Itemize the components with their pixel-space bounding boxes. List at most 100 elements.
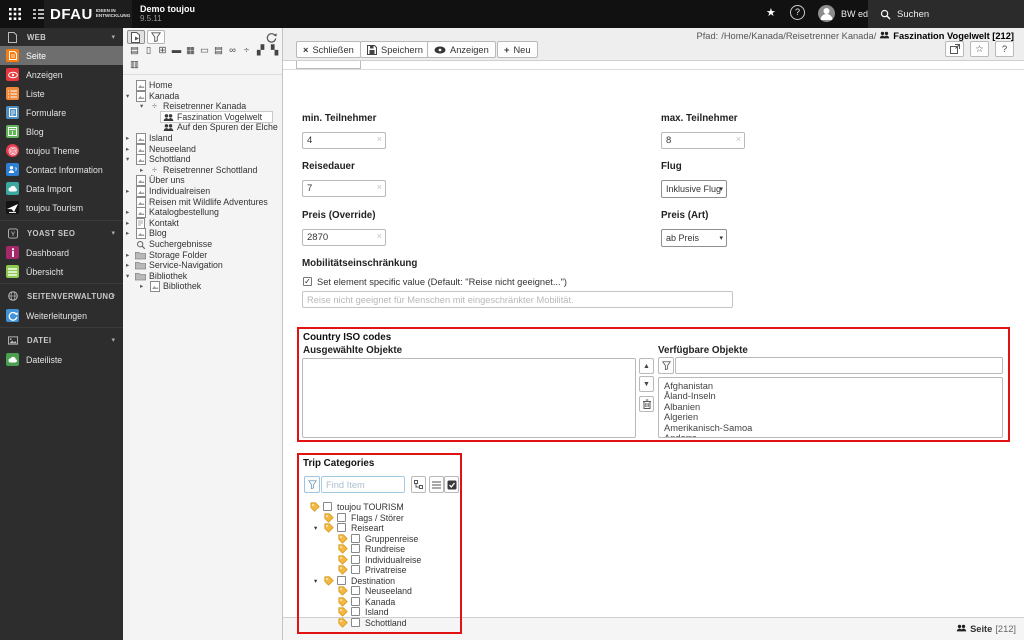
expander-closed-icon[interactable]: ▸ bbox=[140, 281, 143, 292]
collapse-caret-icon[interactable]: ▾ bbox=[111, 33, 115, 41]
list-item[interactable]: Afghanistan bbox=[664, 381, 713, 391]
list-item[interactable]: Andorra bbox=[664, 433, 697, 437]
category-checkbox[interactable] bbox=[351, 617, 360, 627]
new-button[interactable]: + Neu bbox=[497, 41, 538, 58]
min-teilnehmer-field[interactable]: × bbox=[302, 132, 386, 149]
expander-open-icon[interactable]: ▾ bbox=[126, 154, 129, 165]
tree-item-suchergebnisse[interactable]: Suchergebnisse bbox=[123, 239, 283, 250]
sidebar-item-data-import[interactable]: Data Import bbox=[0, 179, 123, 198]
help-icon[interactable]: ? bbox=[790, 5, 805, 20]
clear-icon[interactable]: × bbox=[377, 231, 382, 241]
clear-icon[interactable]: × bbox=[377, 182, 382, 192]
category-checkbox[interactable] bbox=[337, 523, 346, 532]
expander-open-icon[interactable]: ▾ bbox=[126, 91, 129, 102]
tree-item-reisetrenner-schottland[interactable]: ▸ ÷ Reisetrenner Schottland bbox=[123, 165, 283, 176]
drag-new-page-icon[interactable]: ▤ bbox=[128, 45, 141, 56]
category-filter-button[interactable] bbox=[304, 476, 320, 493]
drag-new-link-icon[interactable]: ∞ bbox=[226, 45, 239, 56]
collapse-caret-icon[interactable]: ▾ bbox=[111, 292, 115, 300]
expander-open-icon[interactable]: ▾ bbox=[140, 101, 143, 112]
bookmark-star-icon[interactable]: ★ bbox=[766, 6, 776, 19]
drag-new-trip-icon[interactable]: ▞ bbox=[254, 45, 267, 56]
refresh-icon[interactable] bbox=[262, 30, 280, 44]
new-page-button[interactable] bbox=[127, 30, 145, 44]
category-checkbox[interactable] bbox=[351, 607, 360, 616]
sidebar-item-formulare[interactable]: Formulare bbox=[0, 103, 123, 122]
tree-item-home[interactable]: Home bbox=[123, 80, 283, 91]
expander-closed-icon[interactable]: ▸ bbox=[126, 133, 129, 144]
category-checkbox[interactable] bbox=[323, 502, 332, 511]
modules-grid-icon[interactable] bbox=[2, 0, 28, 28]
category-neuseeland[interactable]: Neuseeland bbox=[283, 586, 463, 597]
expander-closed-icon[interactable]: ▸ bbox=[126, 144, 129, 155]
section-header-yoast[interactable]: Y YOAST SEO ▾ bbox=[0, 224, 123, 242]
available-objects-listbox[interactable]: Afghanistan Åland-Inseln Albanien Algeri… bbox=[658, 377, 1003, 438]
tree-item-reisen-mit-wildlife-adventures[interactable]: Reisen mit Wildlife Adventures bbox=[123, 196, 283, 208]
category-checkbox[interactable] bbox=[351, 554, 360, 564]
category-island[interactable]: Island bbox=[283, 607, 463, 618]
set-specific-value-checkbox[interactable]: ✓ bbox=[303, 277, 312, 286]
expander-closed-icon[interactable]: ▸ bbox=[126, 250, 129, 261]
preis-override-input[interactable] bbox=[302, 229, 386, 246]
tree-item-individualreisen[interactable]: ▸ Individualreisen bbox=[123, 186, 283, 197]
tree-item-kanada[interactable]: ▾ Kanada bbox=[123, 90, 283, 102]
drag-new-page-icon[interactable]: ▦ bbox=[184, 45, 197, 56]
drag-new-folder-icon[interactable]: ▭ bbox=[198, 45, 211, 56]
expander-closed-icon[interactable]: ▸ bbox=[126, 207, 129, 218]
available-filter-field[interactable] bbox=[675, 357, 1003, 374]
expander-closed-icon[interactable]: ▸ bbox=[126, 218, 129, 229]
sidebar-item-dashboard[interactable]: Dashboard bbox=[0, 243, 123, 262]
sidebar-item-dateiliste[interactable]: Dateiliste bbox=[0, 350, 123, 369]
sidebar-item-seite[interactable]: Seite bbox=[0, 46, 123, 65]
expander-open-icon[interactable]: ▾ bbox=[126, 271, 129, 282]
expander-closed-icon[interactable]: ▸ bbox=[126, 186, 129, 197]
avatar[interactable] bbox=[818, 5, 835, 22]
section-header-datei[interactable]: DATEI ▾ bbox=[0, 331, 123, 349]
tree-item-auf-den-spuren-der-elche[interactable]: Auf den Spuren der Elche bbox=[123, 122, 283, 133]
save-button[interactable]: Speichern bbox=[360, 41, 430, 58]
category-checkbox[interactable] bbox=[337, 512, 346, 522]
clear-icon[interactable]: × bbox=[736, 134, 741, 144]
tree-item-faszination-vogelwelt[interactable]: Faszination Vogelwelt bbox=[123, 110, 283, 123]
tree-item-ueber-uns[interactable]: Über uns bbox=[123, 175, 283, 187]
drag-new-shortcut-icon[interactable]: ▤ bbox=[212, 45, 225, 56]
category-toujou-tourism[interactable]: toujou TOURISM bbox=[283, 502, 463, 513]
list-item[interactable]: Åland-Inseln bbox=[664, 391, 716, 401]
expander-closed-icon[interactable]: ▸ bbox=[140, 165, 143, 176]
help-button[interactable]: ? bbox=[995, 41, 1014, 57]
preis-override-field[interactable]: × bbox=[302, 229, 386, 246]
sidebar-item-anzeigen[interactable]: Anzeigen bbox=[0, 65, 123, 84]
drag-new-record-icon[interactable]: ▥ bbox=[128, 59, 141, 70]
category-checkbox[interactable] bbox=[351, 596, 360, 606]
move-up-button[interactable]: ▲ bbox=[639, 358, 654, 374]
search-box[interactable]: Suchen bbox=[868, 0, 1024, 28]
category-reiseart[interactable]: ▾ Reiseart bbox=[283, 523, 463, 534]
category-checkbox[interactable] bbox=[351, 565, 360, 574]
tree-item-neuseeland[interactable]: ▸ Neuseeland bbox=[123, 143, 283, 155]
category-destination[interactable]: ▾ Destination bbox=[283, 575, 463, 587]
list-item[interactable]: Algerien bbox=[664, 412, 698, 422]
drag-new-page-icon[interactable]: ⊞ bbox=[156, 45, 169, 56]
close-button[interactable]: × Schließen bbox=[296, 41, 361, 58]
tree-item-island[interactable]: ▸ Island bbox=[123, 133, 283, 144]
collapse-caret-icon[interactable]: ▾ bbox=[111, 336, 115, 344]
max-teilnehmer-field[interactable]: × bbox=[661, 132, 745, 149]
toggle-checkboxes-button[interactable] bbox=[444, 476, 459, 493]
tree-item-bibliothek-child[interactable]: ▸ Bibliothek bbox=[123, 281, 283, 293]
sidebar-item-blog[interactable]: Blog bbox=[0, 122, 123, 141]
reisedauer-input[interactable] bbox=[302, 180, 386, 197]
bookmark-button[interactable]: ☆ bbox=[970, 41, 989, 57]
tree-item-bibliothek[interactable]: ▾ Bibliothek bbox=[123, 271, 283, 282]
sidebar-item-uebersicht[interactable]: Übersicht bbox=[0, 262, 123, 281]
available-filter-input[interactable] bbox=[675, 357, 1003, 374]
category-checkbox[interactable] bbox=[351, 586, 360, 595]
category-kanada[interactable]: Kanada bbox=[283, 596, 463, 608]
list-item[interactable]: Amerikanisch-Samoa bbox=[664, 423, 752, 433]
sidebar-item-contact-information[interactable]: Contact Information bbox=[0, 160, 123, 179]
view-button[interactable]: Anzeigen bbox=[427, 41, 496, 58]
expander-open-icon[interactable]: ▾ bbox=[314, 577, 317, 587]
category-individualreise[interactable]: Individualreise bbox=[283, 554, 463, 566]
expander-open-icon[interactable]: ▾ bbox=[314, 524, 317, 534]
category-schottland[interactable]: Schottland bbox=[283, 617, 463, 629]
section-header-seitenverwaltung[interactable]: SEITENVERWALTUNG ▾ bbox=[0, 287, 123, 305]
